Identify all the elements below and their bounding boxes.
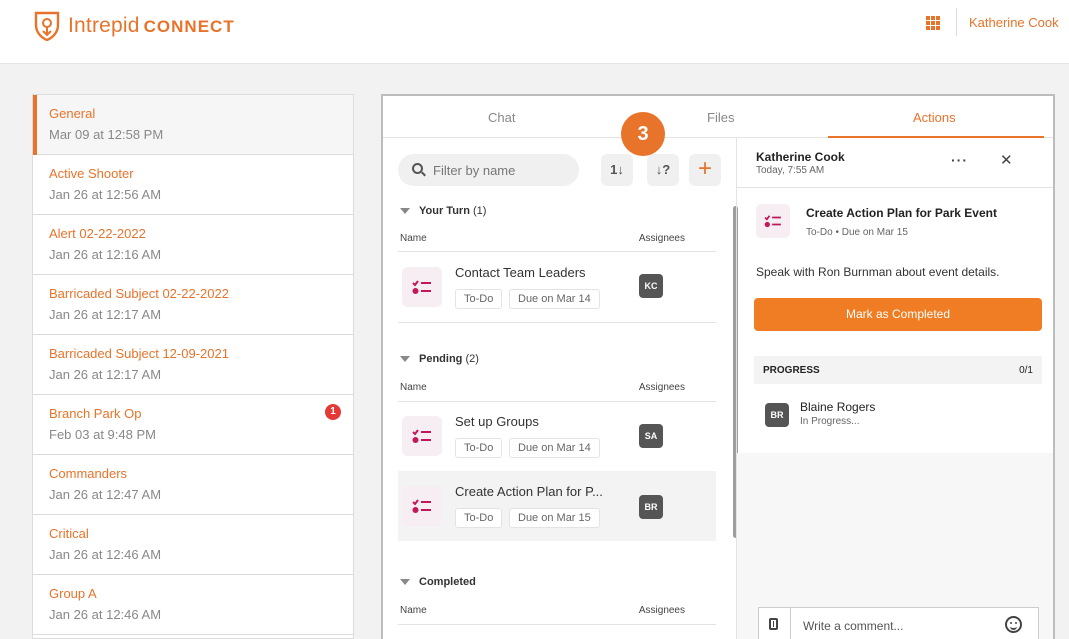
task-list-icon [402,416,442,456]
conversation-date: Jan 26 at 12:56 AM [49,187,162,202]
conversation-date: Jan 26 at 12:16 AM [49,247,162,262]
comment-input[interactable]: Write a comment... [758,607,1039,639]
due-date-tag: Due on Mar 14 [509,289,600,309]
conversation-title: Critical [49,526,89,541]
task-title: Set up Groups [455,414,539,429]
conversation-item[interactable]: Branch Park Op Feb 03 at 9:48 PM 1 [33,395,353,455]
caret-down-icon [400,356,410,363]
conversation-date: Jan 26 at 12:17 AM [49,307,162,322]
conversation-title: Barricaded Subject 02-22-2022 [49,286,229,301]
task-list-icon [756,204,790,238]
unread-badge: 1 [325,404,341,420]
action-detail: Katherine Cook Today, 7:55 AM ··· ✕ Crea… [736,138,1053,639]
progress-header: PROGRESS 0/1 [754,356,1042,384]
task-description: Speak with Ron Burnman about event detai… [756,265,1000,279]
conversation-title: Alert 02-22-2022 [49,226,146,241]
close-icon[interactable]: ✕ [1000,151,1013,169]
task-title: Create Action Plan for P... [455,484,603,499]
conversation-item[interactable]: Barricaded Subject 12-09-2021 Jan 26 at … [33,335,353,395]
progress-count: 0/1 [1019,365,1033,376]
assignee-name: Blaine Rogers [800,400,876,414]
tab-files[interactable]: Files [707,110,734,125]
due-date-tag: Due on Mar 14 [509,438,600,458]
task-title: Contact Team Leaders [455,265,586,280]
tab-actions[interactable]: Actions [913,110,956,125]
assignee-avatar: BR [765,403,789,427]
conversation-title: Branch Park Op [49,406,142,421]
conversation-date: Mar 09 at 12:58 PM [49,127,164,142]
conversation-date: Jan 26 at 12:46 AM [49,607,162,622]
assignee-status: In Progress... [800,416,860,427]
column-header: Name Assignees [400,605,685,616]
detail-task-status: To-Do • Due on Mar 15 [806,227,908,238]
tab-chat[interactable]: Chat [488,110,515,125]
shield-logo-icon [34,11,60,41]
due-date-tag: Due on Mar 15 [509,508,600,528]
conversation-item[interactable]: Barricaded Subject 02-22-2022 Jan 26 at … [33,275,353,335]
conversation-date: Feb 03 at 9:48 PM [49,427,156,442]
filter-placeholder: Filter by name [433,163,516,178]
divider [398,322,716,323]
post-time: Today, 7:55 AM [756,165,825,176]
emoji-icon[interactable] [1005,616,1022,633]
grid-icon[interactable] [926,16,940,30]
actions-list: Filter by name 1↓ ↓? + Your Turn (1) Nam… [383,138,736,639]
filter-input[interactable]: Filter by name [398,154,579,186]
status-tag: To-Do [455,508,503,528]
conversation-item[interactable]: Critical Jan 26 at 12:46 AM [33,515,353,575]
group-panel: Chat Files Actions 3 Filter by name 1↓ ↓… [381,94,1055,639]
column-header: Name Assignees [400,233,685,244]
user-menu[interactable]: Katherine Cook [969,15,1059,30]
conversation-date: Jan 26 at 12:47 AM [49,487,162,502]
status-tag: To-Do [455,438,503,458]
author-name: Katherine Cook [756,150,845,164]
filter-button[interactable]: ↓? [647,154,679,186]
conversation-date: Jan 26 at 12:17 AM [49,367,162,382]
conversation-title: Barricaded Subject 12-09-2021 [49,346,229,361]
assignee-avatar: SA [639,424,663,448]
conversation-item[interactable]: Active Shooter Jan 26 at 12:56 AM [33,155,353,215]
divider [398,624,716,625]
section-your-turn[interactable]: Your Turn (1) [400,205,486,217]
conversation-item[interactable]: General Mar 09 at 12:58 PM [33,95,353,155]
logo[interactable]: Intrepid CONNECT [34,11,235,41]
brand-name: Intrepid CONNECT [68,14,235,37]
more-options-icon[interactable]: ··· [951,152,968,168]
conversation-title: General [49,106,96,121]
comment-placeholder: Write a comment... [803,619,904,633]
header-divider [956,8,957,36]
top-bar: Intrepid CONNECT Katherine Cook [0,0,1069,64]
conversation-title: Group A [49,586,97,601]
conversation-list: General Mar 09 at 12:58 PM Active Shoote… [32,94,354,639]
step-marker: 3 [621,112,665,156]
column-header: Name Assignees [400,382,685,393]
section-completed[interactable]: Completed [400,576,476,588]
assignee-avatar: KC [639,274,663,298]
task-list-icon [402,486,442,526]
task-row[interactable]: Contact Team Leaders To-Do Due on Mar 14… [398,252,716,322]
task-row-selected[interactable]: Create Action Plan for P... To-Do Due on… [398,471,716,541]
conversation-title: Commanders [49,466,128,481]
section-pending[interactable]: Pending (2) [400,353,479,365]
tab-bar: Chat Files Actions [383,96,1053,138]
caret-down-icon [400,208,410,215]
detail-task-title: Create Action Plan for Park Event [806,206,997,220]
conversation-item[interactable]: Alert 02-22-2022 Jan 26 at 12:16 AM [33,215,353,275]
status-tag: To-Do [455,289,503,309]
mark-completed-button[interactable]: Mark as Completed [754,298,1042,331]
conversation-item[interactable]: Commanders Jan 26 at 12:47 AM [33,455,353,515]
search-icon [412,163,423,174]
add-action-button[interactable]: + [689,154,721,186]
sort-button[interactable]: 1↓ [601,154,633,186]
divider [737,187,1053,188]
caret-down-icon [400,579,410,586]
conversation-item[interactable]: Group A Jan 26 at 12:46 AM [33,575,353,635]
conversation-date: Jan 26 at 12:46 AM [49,547,162,562]
task-row[interactable]: Set up Groups To-Do Due on Mar 14 SA [398,401,716,471]
task-list-icon [402,267,442,307]
conversation-title: Active Shooter [49,166,134,181]
assignee-avatar: BR [639,495,663,519]
attachment-icon[interactable] [759,608,791,639]
